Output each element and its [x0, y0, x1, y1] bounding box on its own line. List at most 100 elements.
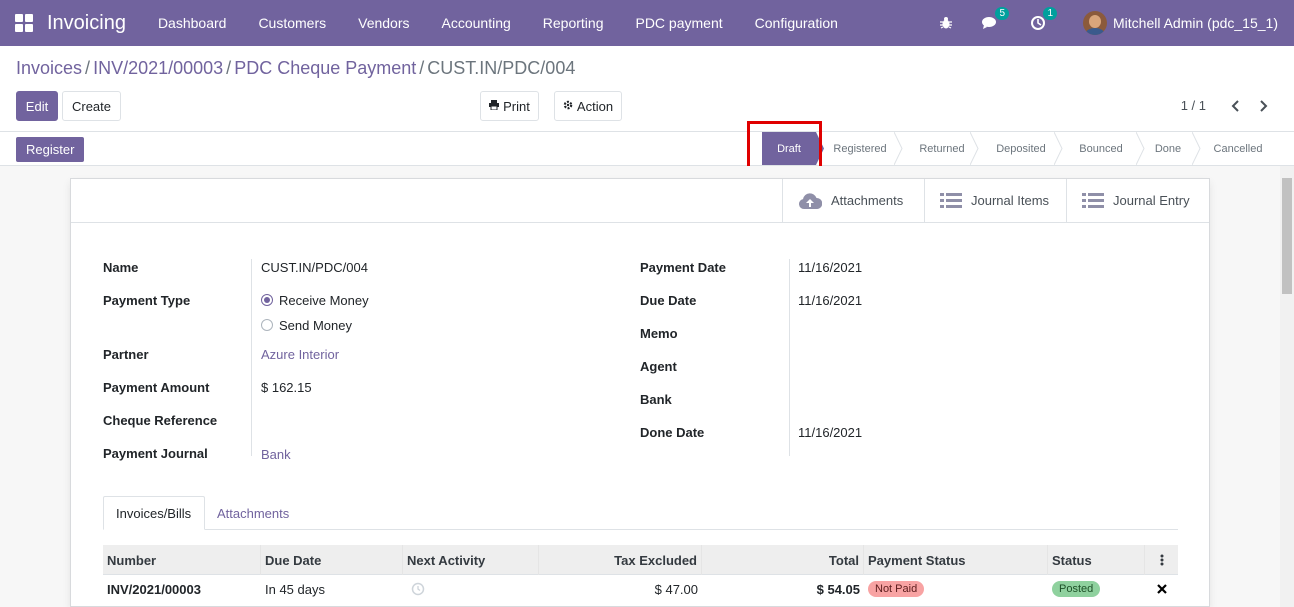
done-date-value: 11/16/2021	[798, 425, 863, 440]
agent-label: Agent	[640, 359, 677, 374]
stage-deposited[interactable]: Deposited	[980, 132, 1062, 165]
breadcrumb-invoice[interactable]: INV/2021/00003	[93, 58, 223, 78]
apps-menu-icon[interactable]	[15, 14, 33, 32]
stage-returned[interactable]: Returned	[904, 132, 980, 165]
stage-divider	[1136, 132, 1145, 165]
menu-dashboard[interactable]: Dashboard	[142, 0, 243, 46]
payment-date-label: Payment Date	[640, 260, 726, 275]
action-label: Action	[576, 98, 614, 114]
table-header: Number Due Date Next Activity Tax Exclud…	[103, 545, 1178, 575]
cloud-upload-icon	[798, 192, 822, 210]
row-tax-excluded: $ 47.00	[654, 581, 698, 597]
page-scrollbar[interactable]	[1280, 166, 1294, 607]
print-icon	[489, 99, 500, 113]
menu-pdc-payment[interactable]: PDC payment	[619, 0, 738, 46]
due-date-label: Due Date	[640, 293, 697, 308]
tab-attachments[interactable]: Attachments	[205, 496, 301, 530]
optional-columns-icon[interactable]	[1145, 545, 1178, 575]
attachments-smart-button[interactable]: Attachments	[782, 179, 924, 222]
send-money-label: Send Money	[279, 318, 352, 333]
breadcrumb: Invoices / INV/2021/00003/PDC Cheque Payme…	[16, 58, 575, 79]
activities-count-badge: 1	[1043, 7, 1058, 20]
payment-amount-value: $ 162.15	[261, 380, 312, 395]
menu-reporting[interactable]: Reporting	[527, 0, 620, 46]
cheque-reference-label: Cheque Reference	[103, 413, 218, 428]
partner-label: Partner	[103, 347, 149, 362]
stage-divider	[1192, 132, 1201, 165]
journal-entry-label: Journal Entry	[1113, 193, 1190, 208]
activity-clock-icon[interactable]	[411, 582, 425, 596]
stage-draft[interactable]: Draft	[762, 132, 816, 165]
row-payment-status: Not Paid	[864, 575, 1048, 603]
scrollbar-thumb[interactable]	[1282, 178, 1292, 294]
payment-type-label: Payment Type	[103, 293, 191, 308]
column-tax-excluded[interactable]: Tax Excluded	[539, 545, 702, 575]
done-date-label: Done Date	[640, 425, 705, 440]
stage-done[interactable]: Done	[1146, 132, 1190, 165]
activities-clock-icon[interactable]: 1	[1029, 7, 1058, 32]
pager-previous-icon[interactable]	[1228, 96, 1244, 116]
row-next-activity[interactable]	[403, 575, 539, 603]
send-money-radio[interactable]	[261, 319, 273, 331]
stage-divider	[1054, 132, 1063, 165]
column-number[interactable]: Number	[103, 545, 261, 575]
partner-link[interactable]: Azure Interior	[261, 347, 339, 362]
menu-configuration[interactable]: Configuration	[739, 0, 854, 46]
column-payment-status[interactable]: Payment Status	[864, 545, 1048, 575]
tab-invoices-bills[interactable]: Invoices/Bills	[103, 496, 205, 530]
attachments-label: Attachments	[831, 193, 904, 208]
field-divider	[251, 259, 252, 456]
messages-count-badge: 5	[995, 7, 1010, 20]
status-bar: Register Draft Registered Returned Depos…	[0, 131, 1294, 166]
journal-items-smart-button[interactable]: Journal Items	[924, 179, 1066, 222]
print-button[interactable]: Print	[480, 91, 539, 121]
action-button[interactable]: Action	[554, 91, 622, 121]
column-total[interactable]: Total	[702, 545, 864, 575]
menu-vendors[interactable]: Vendors	[342, 0, 425, 46]
stage-divider	[894, 132, 903, 165]
breadcrumb-current: CUST.IN/PDC/004	[427, 58, 576, 78]
breadcrumb-separator: /	[419, 58, 425, 78]
list-icon	[1082, 192, 1104, 209]
journal-entry-smart-button[interactable]: Journal Entry	[1066, 179, 1209, 222]
register-button[interactable]: Register	[16, 137, 85, 162]
breadcrumb-invoices[interactable]: Invoices	[16, 58, 82, 78]
name-label: Name	[103, 260, 139, 275]
breadcrumb-separator: /	[85, 58, 91, 78]
payment-journal-label: Payment Journal	[103, 446, 208, 461]
user-avatar[interactable]	[1083, 11, 1108, 35]
not-paid-badge: Not Paid	[868, 581, 925, 597]
payment-amount-label: Payment Amount	[103, 380, 210, 395]
stage-cancelled[interactable]: Cancelled	[1202, 132, 1274, 165]
messages-icon[interactable]: 5	[981, 7, 1010, 32]
bank-label: Bank	[640, 392, 672, 407]
menu-accounting[interactable]: Accounting	[426, 0, 527, 46]
gear-icon	[563, 100, 573, 113]
due-date-value: 11/16/2021	[798, 293, 863, 308]
remove-line-icon[interactable]	[1145, 575, 1178, 603]
stage-registered[interactable]: Registered	[826, 132, 894, 165]
posted-badge: Posted	[1052, 581, 1101, 597]
column-next-activity[interactable]: Next Activity	[403, 545, 539, 575]
menu-customers[interactable]: Customers	[242, 0, 342, 46]
breadcrumb-pdc-cheque-payment[interactable]: PDC Cheque Payment	[234, 58, 416, 78]
smart-buttons-row: Attachments Journal Items Journal Entry	[71, 179, 1209, 223]
stage-bounced[interactable]: Bounced	[1064, 132, 1138, 165]
pager-value[interactable]: 1 / 1	[1181, 98, 1206, 113]
app-brand[interactable]: Invoicing	[47, 12, 126, 35]
memo-label: Memo	[640, 326, 678, 341]
column-status[interactable]: Status	[1048, 545, 1145, 575]
receive-money-radio[interactable]	[261, 294, 273, 306]
create-button[interactable]: Create	[62, 91, 121, 121]
column-due-date[interactable]: Due Date	[261, 545, 403, 575]
pager-next-icon[interactable]	[1255, 96, 1271, 116]
field-divider	[789, 259, 790, 456]
debug-bug-icon[interactable]	[937, 14, 955, 32]
table-row[interactable]: INV/2021/00003 In 45 days $ 47.00 $ 54.0…	[103, 575, 1178, 603]
row-total: $ 54.05	[816, 581, 860, 597]
edit-button[interactable]: Edit	[16, 91, 58, 121]
user-menu[interactable]: Mitchell Admin (pdc_15_1)	[1113, 15, 1278, 31]
payment-date-value: 11/16/2021	[798, 260, 863, 275]
payment-journal-link[interactable]: Bank	[261, 447, 291, 462]
list-icon	[940, 192, 962, 209]
